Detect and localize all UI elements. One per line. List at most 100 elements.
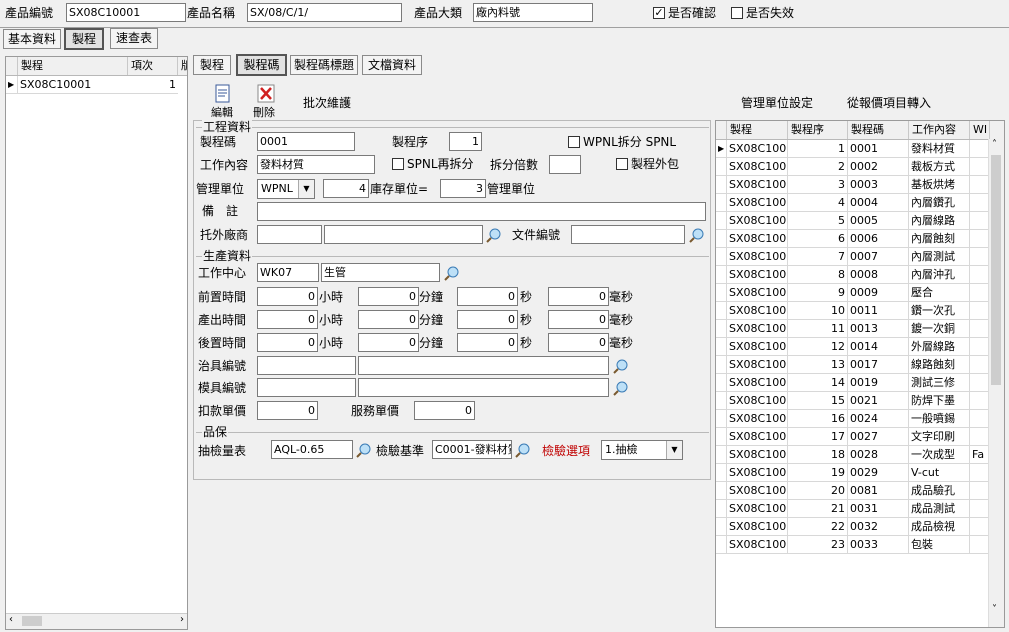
post-ms-field[interactable]: 0 (548, 333, 609, 352)
table-row[interactable]: SX08C1000 20 0081 成品驗孔 (716, 482, 1004, 500)
doc-search-icon[interactable] (689, 227, 705, 243)
subtab-process-code[interactable]: 製程碼 (236, 54, 287, 76)
chevron-down-icon[interactable]: ▼ (298, 180, 314, 198)
table-row[interactable]: ▶ SX08C10001 1 (6, 76, 187, 94)
table-row[interactable]: SX08C1000 3 0003 基板烘烤 (716, 176, 1004, 194)
batch-maintain-link[interactable]: 批次維護 (303, 95, 351, 111)
mold-code-field[interactable] (257, 378, 356, 397)
table-row[interactable]: SX08C1000 23 0033 包裝 (716, 536, 1004, 554)
post-sec-field[interactable]: 0 (457, 333, 518, 352)
table-row[interactable]: SX08C1000 8 0008 內層沖孔 (716, 266, 1004, 284)
mold-name-field[interactable] (358, 378, 609, 397)
vendor-code-field[interactable] (257, 225, 322, 244)
vendor-name-field[interactable] (324, 225, 483, 244)
jig-name-field[interactable] (358, 356, 609, 375)
table-row[interactable]: SX08C1000 10 0011 鑽一次孔 (716, 302, 1004, 320)
table-row[interactable]: SX08C1000 9 0009 壓合 (716, 284, 1004, 302)
seq-field[interactable]: 1 (449, 132, 482, 151)
vertical-scrollbar[interactable]: ˄ ˅ (988, 139, 1004, 627)
output-sec-field[interactable]: 0 (457, 310, 518, 329)
table-row[interactable]: SX08C1000 7 0007 內層測試 (716, 248, 1004, 266)
work-center-code-field[interactable]: WK07 (257, 263, 319, 282)
lead-hour-field[interactable]: 0 (257, 287, 318, 306)
col-version[interactable]: 版 (178, 57, 187, 75)
table-row[interactable]: SX08C1000 22 0032 成品檢視 (716, 518, 1004, 536)
jig-search-icon[interactable] (613, 358, 629, 374)
horizontal-scrollbar[interactable]: ‹ › (6, 613, 187, 629)
inspection-option-select[interactable]: 1.抽檢 ▼ (601, 440, 683, 460)
table-row[interactable]: SX08C1000 4 0004 內層鑽孔 (716, 194, 1004, 212)
tab-basic-info[interactable]: 基本資料 (3, 29, 61, 49)
product-category-field[interactable]: 廠內料號 (473, 3, 593, 22)
table-row[interactable]: SX08C1000 17 0027 文字印刷 (716, 428, 1004, 446)
standard-search-icon[interactable] (515, 442, 531, 458)
col-wi[interactable]: WI (970, 121, 990, 139)
edit-button[interactable]: 編輯 (208, 84, 238, 120)
table-row[interactable]: SX08C1000 13 0017 線路蝕刻 (716, 356, 1004, 374)
table-row[interactable]: ▶ SX08C1000 1 0001 發料材質 (716, 140, 1004, 158)
service-price-field[interactable]: 0 (414, 401, 475, 420)
subtab-process[interactable]: 製程 (193, 55, 231, 75)
confirmed-checkbox[interactable]: ✓ (653, 7, 665, 19)
mgmt-unit-setting-link[interactable]: 管理單位設定 (741, 95, 813, 111)
subtab-documents[interactable]: 文檔資料 (362, 55, 422, 75)
code-field[interactable]: 0001 (257, 132, 355, 151)
table-row[interactable]: SX08C1000 14 0019 測試三修 (716, 374, 1004, 392)
spnl-resplit-checkbox[interactable] (392, 158, 404, 170)
jig-code-field[interactable] (257, 356, 356, 375)
table-row[interactable]: SX08C1000 15 0021 防焊下墨 (716, 392, 1004, 410)
invalid-checkbox[interactable] (731, 7, 743, 19)
table-row[interactable]: SX08C1000 18 0028 一次成型 Fa (716, 446, 1004, 464)
table-row[interactable]: SX08C1000 16 0024 一般噴錫 (716, 410, 1004, 428)
post-hour-field[interactable]: 0 (257, 333, 318, 352)
deduct-price-field[interactable]: 0 (257, 401, 318, 420)
scroll-left-icon[interactable]: ‹ (9, 614, 13, 625)
col-item[interactable]: 項次 (128, 57, 178, 75)
table-row[interactable]: SX08C1000 6 0006 內層蝕刻 (716, 230, 1004, 248)
split-multiple-field[interactable] (549, 155, 581, 174)
stock-qty-field[interactable]: 3 (440, 179, 486, 198)
product-name-field[interactable]: SX/08/C/1/ (247, 3, 402, 22)
product-no-field[interactable]: SX08C10001 (66, 3, 186, 22)
mgmt-unit-select[interactable]: WPNL ▼ (257, 179, 315, 199)
inspection-standard-field[interactable]: C0001-發料材質 (432, 440, 512, 459)
note-field[interactable] (257, 202, 706, 221)
scroll-right-icon[interactable]: › (180, 614, 184, 625)
col-process[interactable]: 製程 (18, 57, 128, 75)
sampling-search-icon[interactable] (356, 442, 372, 458)
doc-no-field[interactable] (571, 225, 685, 244)
output-min-field[interactable]: 0 (358, 310, 419, 329)
scroll-thumb[interactable] (991, 155, 1001, 385)
lead-ms-field[interactable]: 0 (548, 287, 609, 306)
lead-min-field[interactable]: 0 (358, 287, 419, 306)
mold-search-icon[interactable] (613, 380, 629, 396)
table-row[interactable]: SX08C1000 19 0029 V-cut (716, 464, 1004, 482)
col-process[interactable]: 製程 (727, 121, 788, 139)
delete-button[interactable]: 刪除 (251, 84, 281, 120)
table-row[interactable]: SX08C1000 12 0014 外層線路 (716, 338, 1004, 356)
output-hour-field[interactable]: 0 (257, 310, 318, 329)
col-content[interactable]: 工作內容 (909, 121, 970, 139)
scroll-down-icon[interactable]: ˅ (992, 604, 997, 615)
lead-sec-field[interactable]: 0 (457, 287, 518, 306)
table-row[interactable]: SX08C1000 5 0005 內層線路 (716, 212, 1004, 230)
outsource-checkbox[interactable] (616, 158, 628, 170)
tab-quick-lookup[interactable]: 速查表 (110, 28, 158, 49)
vendor-search-icon[interactable] (486, 227, 502, 243)
scroll-thumb[interactable] (22, 616, 42, 626)
post-min-field[interactable]: 0 (358, 333, 419, 352)
mgmt-qty-field[interactable]: 4 (323, 179, 369, 198)
wpnl-split-checkbox[interactable] (568, 136, 580, 148)
col-code[interactable]: 製程碼 (848, 121, 909, 139)
chevron-down-icon[interactable]: ▼ (666, 441, 682, 459)
table-row[interactable]: SX08C1000 21 0031 成品測試 (716, 500, 1004, 518)
sampling-table-field[interactable]: AQL-0.65 (271, 440, 353, 459)
subtab-process-code-title[interactable]: 製程碼標題 (290, 55, 358, 75)
work-center-name-field[interactable]: 生管 (321, 263, 440, 282)
quote-import-link[interactable]: 從報價項目轉入 (847, 95, 931, 111)
content-field[interactable]: 發料材質 (257, 155, 375, 174)
output-ms-field[interactable]: 0 (548, 310, 609, 329)
table-row[interactable]: SX08C1000 2 0002 裁板方式 (716, 158, 1004, 176)
table-row[interactable]: SX08C1000 11 0013 鍍一次銅 (716, 320, 1004, 338)
tab-process[interactable]: 製程 (64, 28, 104, 50)
